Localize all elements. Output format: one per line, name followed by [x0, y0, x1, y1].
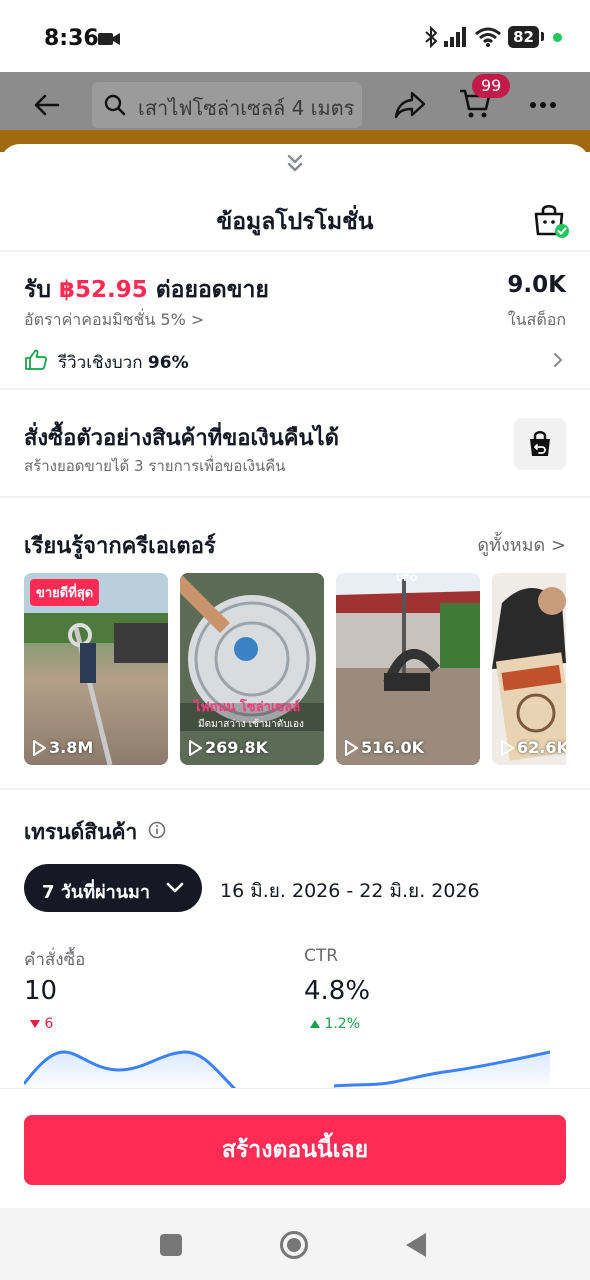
system-back-icon[interactable] [404, 1232, 428, 1258]
earning-per-sale: รับ ฿52.95 ต่อยอดขาย [24, 272, 269, 308]
status-icons: 82 [424, 26, 562, 48]
create-now-button[interactable]: สร้างตอนนี้เลย [24, 1115, 566, 1185]
cart-badge: 99 [472, 74, 511, 98]
ctr-label: CTR [304, 946, 339, 966]
svg-text:มืดมาสว่าง เช้ามาดับเอง: มืดมาสว่าง เช้ามาดับเอง [198, 718, 304, 730]
creator-video-card[interactable]: 62.6K [492, 573, 566, 765]
svg-text:ไฟถนน โซล่าเซลล์: ไฟถนน โซล่าเซลล์ [192, 698, 300, 715]
chevron-down-icon [166, 882, 184, 893]
recents-icon[interactable] [160, 1234, 182, 1256]
creators-title: เรียนรู้จากครีเอเตอร์ [24, 534, 216, 559]
video-views: 516.0K [344, 738, 424, 757]
video-views-count: 516.0K [361, 738, 425, 757]
creator-video-list: ขายดีที่สุด 3.8M ไฟถนน โซล่าเซลล์มืดมาสว… [24, 573, 566, 765]
refund-bag-icon [530, 431, 550, 456]
orders-change-value: 6 [44, 1016, 54, 1032]
video-views: 269.8K [188, 738, 268, 757]
divider [0, 388, 590, 390]
play-icon [501, 739, 514, 756]
ctr-sparkline [334, 1050, 551, 1090]
video-views: 62.6K [500, 738, 566, 757]
share-icon[interactable] [394, 90, 426, 120]
top-nav: เสาไฟโซล่าเซลล์ 4 เมตร 99 [0, 72, 590, 138]
play-icon [189, 739, 202, 756]
refund-bag-button[interactable] [514, 418, 566, 470]
creator-video-card[interactable]: ขายดีที่สุด 3.8M [24, 573, 168, 765]
search-input[interactable]: เสาไฟโซล่าเซลล์ 4 เมตร [92, 82, 362, 128]
earn-suffix: ต่อยอดขาย [147, 277, 269, 303]
signal-icon [444, 27, 467, 47]
shop-bag-icon[interactable] [530, 200, 570, 240]
earn-prefix: รับ [24, 277, 59, 303]
sample-subtitle: สร้างยอดขายได้ 3 รายการเพื่อขอเงินคืน [24, 457, 286, 475]
status-time: 8:36 [44, 26, 99, 51]
thumbs-up-icon [25, 349, 48, 370]
stock-label: ในสต็อก [507, 310, 566, 329]
triangle-up-icon [310, 1020, 320, 1028]
creator-video-card[interactable]: UFO 516.0K [336, 573, 480, 765]
orders-change: 6 [30, 1016, 53, 1032]
bestseller-badge: ขายดีที่สุด [30, 579, 100, 606]
chevron-down-icon[interactable] [283, 152, 307, 176]
bluetooth-icon [425, 26, 438, 48]
review-label: รีวิวเชิงบวก [58, 353, 148, 373]
stock-count: 9.0K [507, 272, 566, 298]
ctr-change-value: 1.2% [324, 1016, 361, 1032]
video-views-count: 3.8M [49, 738, 94, 757]
status-bar: 8:36 82 [0, 0, 590, 72]
divider [0, 250, 590, 252]
period-label: 7 วันที่ผ่านมา [42, 882, 150, 903]
video-thumbnail: ไฟถนน โซล่าเซลล์มืดมาสว่าง เช้ามาดับเอง [180, 573, 324, 765]
creator-video-card[interactable]: ไฟถนน โซล่าเซลล์ มืดมาสว่าง เช้ามาดับเอง … [180, 573, 324, 765]
divider [0, 788, 590, 790]
system-nav-bar [0, 1208, 590, 1280]
home-icon[interactable] [279, 1230, 309, 1260]
play-icon [345, 739, 358, 756]
ctr-value: 4.8% [304, 976, 371, 1006]
play-icon [33, 739, 46, 756]
orders-label: คำสั่งซื้อ [24, 950, 86, 970]
see-all-link[interactable]: ดูทั้งหมด > [477, 530, 566, 559]
battery-icon: 82 [508, 26, 544, 48]
svg-text:UFO: UFO [396, 574, 417, 584]
chevron-right-icon[interactable] [552, 351, 564, 369]
ctr-change: 1.2% [310, 1016, 360, 1032]
search-query: เสาไฟโซล่าเซลล์ 4 เมตร [138, 96, 355, 120]
info-icon[interactable] [148, 821, 166, 839]
promotion-sheet: ข้อมูลโปรโมชั่น รับ ฿52.95 ต่อยอดขาย 9.0… [0, 144, 590, 1208]
video-views-count: 62.6K [517, 738, 566, 757]
camera-icon [98, 33, 120, 45]
cta-bar: สร้างตอนนี้เลย [0, 1088, 590, 1208]
more-icon[interactable] [530, 92, 556, 118]
sheet-title: ข้อมูลโปรโมชั่น [216, 209, 374, 235]
video-views-count: 269.8K [205, 738, 269, 757]
orders-sparkline [24, 1050, 238, 1090]
wifi-icon [475, 27, 502, 47]
commission-rate-link[interactable]: อัตราค่าคอมมิชชั่น 5% > [24, 308, 204, 333]
positive-review[interactable]: รีวิวเชิงบวก 96% [58, 349, 189, 376]
video-thumbnail [492, 573, 566, 765]
video-views: 3.8M [32, 738, 93, 757]
video-thumbnail: UFO [336, 573, 480, 765]
orders-value: 10 [24, 976, 58, 1006]
trend-title: เทรนด์สินค้า [24, 820, 138, 844]
period-dropdown[interactable]: 7 วันที่ผ่านมา [24, 864, 202, 912]
review-percent: 96% [147, 353, 189, 373]
date-range: 16 มิ.ย. 2026 - 22 มิ.ย. 2026 [220, 880, 480, 902]
search-icon [104, 94, 126, 116]
sample-title: สั่งซื้อตัวอย่างสินค้าที่ขอเงินคืนได้ [24, 426, 339, 451]
active-dot [553, 32, 562, 42]
triangle-down-icon [30, 1020, 40, 1028]
divider [0, 496, 590, 498]
back-icon[interactable] [32, 90, 62, 120]
earn-amount: ฿52.95 [58, 277, 148, 303]
